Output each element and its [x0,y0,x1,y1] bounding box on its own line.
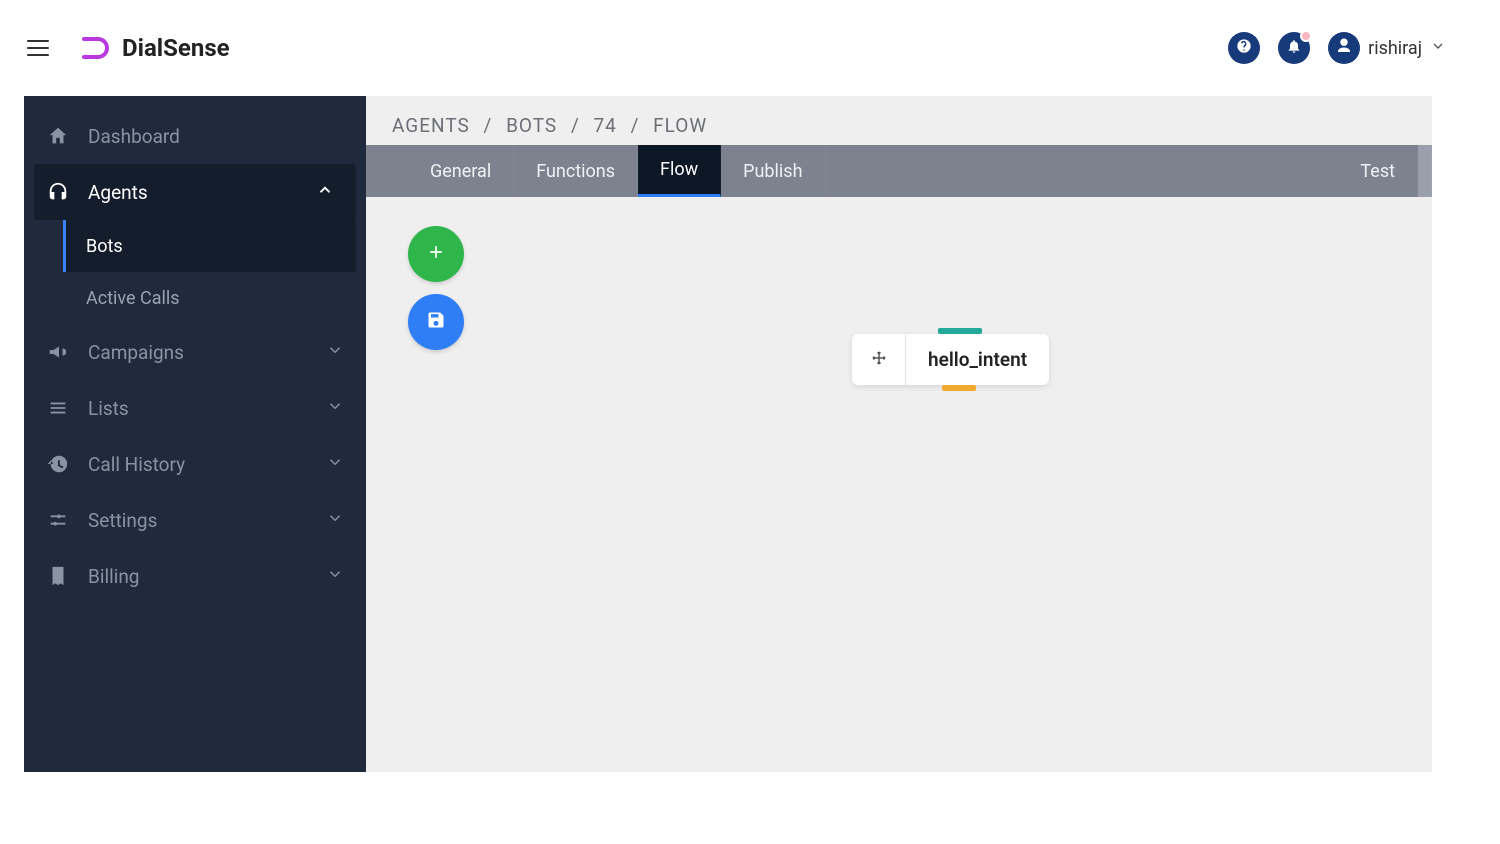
menu-toggle-button[interactable] [24,34,52,62]
sidebar-subitem-label: Active Calls [86,288,180,309]
sidebar-item-dashboard[interactable]: Dashboard [24,108,366,164]
avatar [1328,32,1360,64]
flow-node[interactable]: hello_intent [852,334,1049,385]
node-input-port[interactable] [938,328,982,334]
notification-dot [1300,30,1312,42]
sidebar-submenu-agents: Bots Active Calls [62,220,366,324]
sidebar: Dashboard Agents Bots Active Calls Campa… [24,96,366,772]
headset-icon [46,180,70,204]
breadcrumb: AGENTS / BOTS / 74 / FLOW [366,96,1432,145]
breadcrumb-separator: / [631,114,640,137]
chevron-down-icon [326,509,344,532]
chevron-down-icon [326,341,344,364]
tab-label: Functions [536,161,615,182]
sidebar-item-label: Agents [88,181,148,204]
chevron-up-icon [316,181,334,204]
save-button[interactable] [408,294,464,350]
tab-label: Test [1360,161,1395,182]
user-name: rishiraj [1368,38,1422,59]
breadcrumb-item[interactable]: BOTS [506,114,557,137]
sidebar-item-label: Call History [88,453,185,476]
chevron-down-icon [326,453,344,476]
sidebar-item-label: Billing [88,565,139,588]
sidebar-item-label: Settings [88,509,157,532]
receipt-icon [46,564,70,588]
sidebar-item-call-history[interactable]: Call History [24,436,366,492]
sidebar-item-campaigns[interactable]: Campaigns [24,324,366,380]
tab-label: Publish [743,161,802,182]
sidebar-item-label: Lists [88,397,129,420]
tab-general[interactable]: General [408,145,514,197]
node-output-port[interactable] [942,385,976,391]
sidebar-item-label: Campaigns [88,341,184,364]
save-icon [426,310,446,334]
node-label: hello_intent [906,334,1049,385]
user-icon [1335,37,1353,59]
breadcrumb-separator: / [484,114,493,137]
sidebar-item-label: Dashboard [88,125,180,148]
brand-logo-icon [80,35,114,61]
brand-name: DialSense [122,34,230,62]
sidebar-item-settings[interactable]: Settings [24,492,366,548]
breadcrumb-item[interactable]: FLOW [653,114,707,137]
tabbar-end-cap [1418,145,1432,197]
tab-label: Flow [660,159,698,180]
breadcrumb-item[interactable]: AGENTS [392,114,470,137]
home-icon [46,124,70,148]
tab-functions[interactable]: Functions [514,145,638,197]
sliders-icon [46,508,70,532]
breadcrumb-item[interactable]: 74 [594,114,617,137]
chevron-down-icon [326,397,344,420]
breadcrumb-separator: / [571,114,580,137]
user-menu[interactable]: rishiraj [1328,32,1446,64]
sidebar-subitem-label: Bots [86,236,123,257]
history-icon [46,452,70,476]
sidebar-item-billing[interactable]: Billing [24,548,366,604]
sidebar-subitem-active-calls[interactable]: Active Calls [63,272,366,324]
bell-icon [1286,38,1302,58]
notifications-button[interactable] [1278,32,1310,64]
list-icon [46,396,70,420]
help-icon [1236,38,1252,58]
megaphone-icon [46,340,70,364]
tabbar: General Functions Flow Publish Test [366,145,1432,197]
chevron-down-icon [326,565,344,588]
sidebar-item-lists[interactable]: Lists [24,380,366,436]
topbar-actions: rishiraj [1228,32,1476,64]
brand[interactable]: DialSense [80,34,230,62]
node-drag-handle[interactable] [852,334,906,385]
flow-canvas[interactable]: hello_intent [366,208,1432,772]
main-content: AGENTS / BOTS / 74 / FLOW General Functi… [366,96,1432,772]
plus-icon [426,242,446,266]
add-node-button[interactable] [408,226,464,282]
help-button[interactable] [1228,32,1260,64]
tab-test[interactable]: Test [1338,145,1418,197]
chevron-down-icon [1430,38,1446,58]
sidebar-item-agents[interactable]: Agents [34,164,356,220]
tab-flow[interactable]: Flow [638,145,721,197]
topbar: DialSense rishiraj [24,0,1476,96]
move-icon [870,349,888,371]
sidebar-subitem-bots[interactable]: Bots [63,220,356,272]
tab-label: General [430,161,491,182]
tab-publish[interactable]: Publish [721,145,825,197]
